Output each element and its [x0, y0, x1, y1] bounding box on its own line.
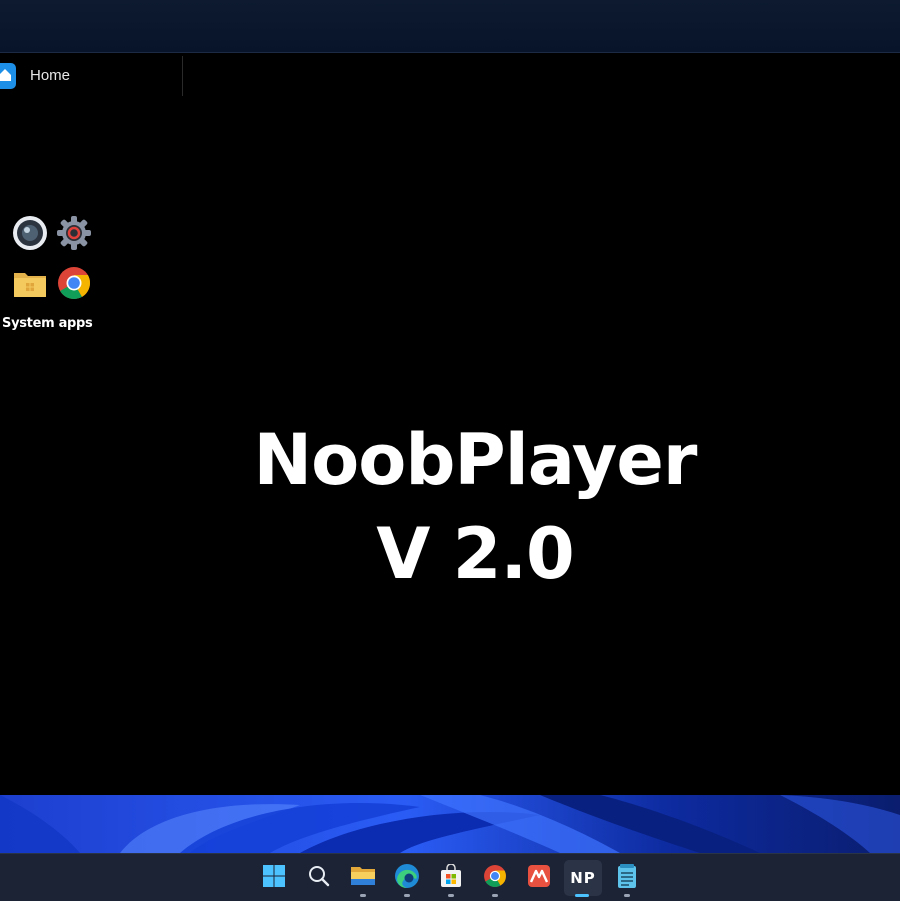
red-app-icon — [527, 864, 551, 892]
taskbar-store[interactable] — [433, 860, 469, 897]
running-indicator — [360, 894, 366, 897]
search-icon — [308, 865, 330, 891]
tab-home-label: Home — [30, 67, 71, 84]
edge-icon — [394, 863, 420, 893]
camera-icon[interactable] — [11, 214, 49, 252]
splash-version: V 2.0 — [376, 513, 575, 595]
window-title-bar — [0, 0, 900, 53]
tab-home[interactable]: Home — [0, 56, 183, 96]
splash-title: NoobPlayer V 2.0 — [200, 413, 750, 601]
taskbar-noobplayer[interactable]: NP — [564, 860, 602, 897]
taskbar-notepad[interactable] — [609, 860, 645, 897]
taskbar-file-explorer[interactable] — [345, 860, 381, 897]
running-indicator — [624, 894, 630, 897]
taskbar-edge[interactable] — [389, 860, 425, 897]
taskbar: NP — [0, 853, 900, 901]
noobplayer-window: Home System apps NoobPlayer V 2.0 — [0, 53, 900, 795]
store-icon — [439, 863, 463, 892]
running-indicator — [448, 894, 454, 897]
windows-logo-icon — [262, 864, 286, 892]
chrome-icon — [482, 863, 508, 893]
active-indicator — [575, 894, 589, 897]
home-icon — [0, 63, 16, 89]
folder-icon[interactable] — [11, 264, 49, 302]
taskbar-search-button[interactable] — [301, 860, 337, 896]
taskbar-chrome[interactable] — [477, 860, 513, 897]
np-icon: NP — [570, 869, 596, 887]
desktop-wallpaper — [0, 795, 900, 853]
taskbar-red-app[interactable] — [521, 860, 557, 896]
notepad-icon — [616, 863, 638, 893]
splash-app-name: NoobPlayer — [253, 419, 698, 501]
desktop-group-label: System apps — [2, 316, 93, 331]
running-indicator — [404, 894, 410, 897]
running-indicator — [492, 894, 498, 897]
settings-gear-icon[interactable] — [55, 214, 93, 252]
folder-icon — [350, 864, 376, 892]
taskbar-start-button[interactable] — [256, 860, 292, 896]
chrome-icon[interactable] — [55, 264, 93, 302]
